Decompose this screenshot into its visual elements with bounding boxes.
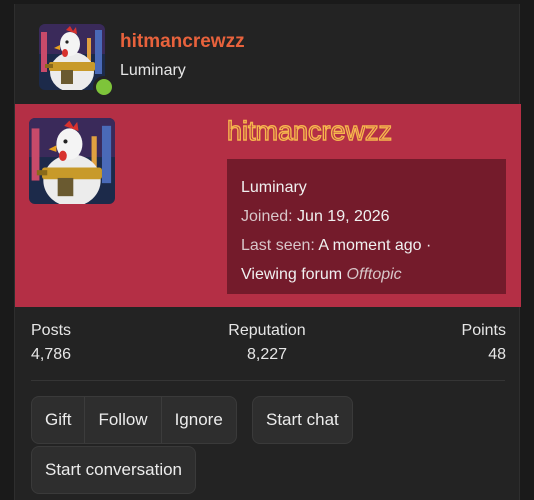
start-conversation-button[interactable]: Start conversation <box>31 446 197 494</box>
member-title: Luminary <box>241 179 307 196</box>
points-value: 48 <box>488 346 506 363</box>
divider <box>31 380 505 381</box>
reputation-value: 8,227 <box>246 346 288 363</box>
member-tooltip-card: hitmancrewzz Luminary hitmancrewzz Lumin… <box>14 4 521 500</box>
follow-button[interactable]: Follow <box>85 397 162 443</box>
gift-button[interactable]: Gift <box>32 397 86 443</box>
stat-reputation[interactable]: Reputation 8,227 <box>227 322 307 364</box>
stat-points[interactable]: Points 48 <box>462 322 506 364</box>
joined-value: Jun 19, 2026 <box>297 208 390 225</box>
banner-avatar[interactable] <box>29 118 115 204</box>
points-label: Points <box>461 322 506 339</box>
header-username[interactable]: hitmancrewzz <box>120 31 245 53</box>
posts-label: Posts <box>31 322 72 339</box>
banner-avatar-image <box>29 118 115 204</box>
ignore-button[interactable]: Ignore <box>162 397 236 443</box>
banner-username[interactable]: hitmancrewzz <box>226 115 392 147</box>
member-stats: Posts 4,786 Reputation 8,227 Points 48 <box>15 322 521 372</box>
joined-label: Joined: <box>241 208 293 225</box>
profile-banner: hitmancrewzz Luminary Joined: Jun 19, 20… <box>15 104 521 307</box>
start-chat-button[interactable]: Start chat <box>252 396 353 444</box>
member-action-group: Gift Follow Ignore <box>31 396 237 444</box>
stat-posts[interactable]: Posts 4,786 <box>31 322 71 364</box>
activity-forum-link[interactable]: Offtopic <box>347 266 402 283</box>
last-seen-label: Last seen: <box>241 237 315 254</box>
activity-row: Viewing forum Offtopic <box>241 260 492 289</box>
last-seen-value: A moment ago · <box>318 237 432 254</box>
header-user-title: Luminary <box>120 62 186 79</box>
member-header: hitmancrewzz Luminary <box>15 4 521 104</box>
activity-prefix: Viewing forum <box>241 266 343 283</box>
reputation-label: Reputation <box>228 322 306 339</box>
last-seen-row: Last seen: A moment ago · <box>241 231 492 260</box>
member-info-box: Luminary Joined: Jun 19, 2026 Last seen:… <box>227 159 506 294</box>
online-status-indicator <box>93 76 115 98</box>
posts-value: 4,786 <box>31 346 72 363</box>
joined-row: Joined: Jun 19, 2026 <box>241 202 492 231</box>
